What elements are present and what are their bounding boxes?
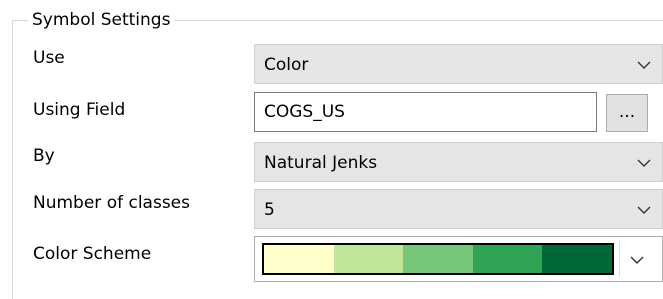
using-field-label: Using Field (33, 100, 126, 120)
dropdown-divider (619, 241, 620, 277)
by-label: By (33, 146, 55, 166)
symbol-settings-panel: Symbol Settings Use Color Using Field CO… (0, 0, 663, 299)
color-ramp-preview (262, 243, 614, 275)
chevron-down-icon (637, 206, 651, 214)
browse-field-button[interactable]: ... (606, 94, 648, 132)
num-classes-value: 5 (264, 200, 275, 220)
color-swatch (333, 245, 404, 273)
group-title: Symbol Settings (28, 8, 175, 32)
use-value: Color (264, 55, 309, 75)
using-field-input[interactable]: COGS_US (254, 92, 597, 132)
using-field-value: COGS_US (264, 102, 345, 122)
chevron-down-icon (630, 256, 644, 264)
color-swatch (403, 245, 473, 273)
color-swatch (472, 245, 543, 273)
color-scheme-label: Color Scheme (33, 244, 152, 264)
use-dropdown[interactable]: Color (254, 44, 663, 84)
color-swatch (264, 245, 334, 273)
num-classes-dropdown[interactable]: 5 (254, 189, 663, 229)
use-label: Use (33, 48, 65, 68)
chevron-down-icon (637, 159, 651, 167)
color-scheme-dropdown[interactable] (254, 236, 663, 282)
num-classes-label: Number of classes (33, 193, 191, 213)
by-dropdown[interactable]: Natural Jenks (254, 142, 663, 182)
color-swatch (542, 245, 612, 273)
by-value: Natural Jenks (264, 153, 378, 173)
chevron-down-icon (637, 61, 651, 69)
